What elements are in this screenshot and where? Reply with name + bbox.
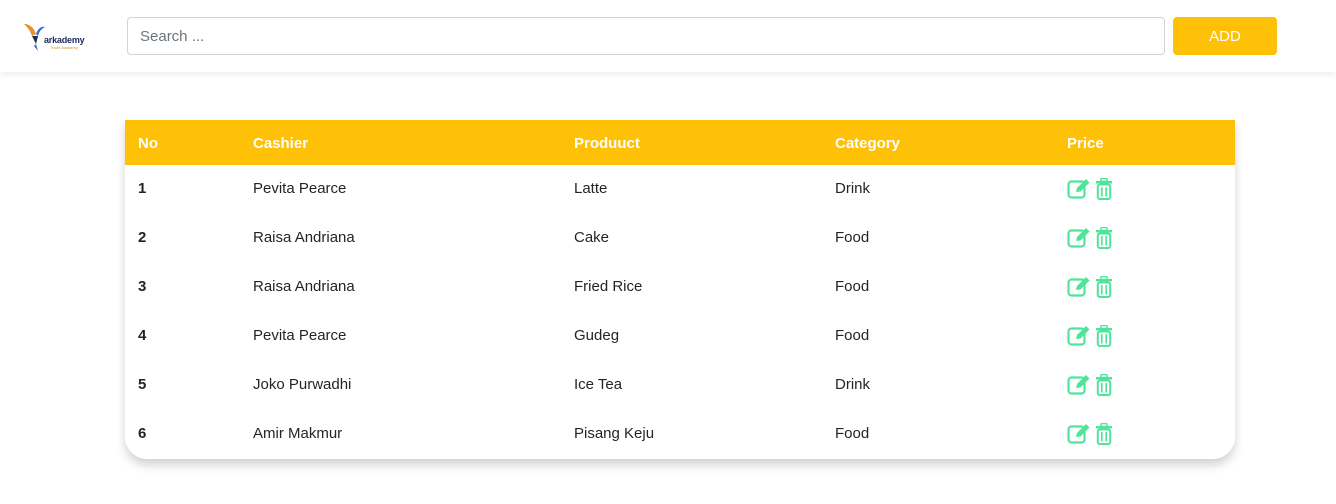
cell-product: Latte [574,180,608,197]
row-actions [1067,374,1117,396]
cell-category: Food [835,229,870,246]
cell-no: 1 [138,180,147,197]
column-header-category: Category [835,135,901,152]
column-header-product: Produuct [574,135,640,152]
column-header-price: Price [1067,135,1104,152]
edit-icon[interactable] [1067,227,1091,249]
cell-no: 4 [138,327,147,344]
cell-cashier: Joko Purwadhi [253,376,352,393]
table-row: 6 Amir Makmur Pisang Keju Food [125,410,1235,459]
edit-icon[interactable] [1067,325,1091,347]
cell-cashier: Amir Makmur [253,425,343,442]
table-row: 5 Joko Purwadhi Ice Tea Drink [125,361,1235,410]
table-header: No Cashier Produuct Category Price [125,120,1235,165]
trash-icon[interactable] [1095,178,1113,200]
logo-text: arkademy [44,35,85,45]
row-actions [1067,178,1117,200]
transactions-table: No Cashier Produuct Category Price 1 Pevi… [125,120,1235,459]
cell-cashier: Pevita Pearce [253,180,347,197]
cell-cashier: Pevita Pearce [253,327,347,344]
trash-icon[interactable] [1095,423,1113,445]
cell-cashier: Raisa Andriana [253,278,355,295]
row-actions [1067,227,1117,249]
navbar: arkademy Trade Academy ADD [0,0,1336,72]
cell-product: Pisang Keju [574,425,655,442]
column-header-cashier: Cashier [253,135,309,152]
edit-icon[interactable] [1067,374,1091,396]
cell-category: Food [835,425,870,442]
cell-product: Cake [574,229,610,246]
trash-icon[interactable] [1095,325,1113,347]
logo-subtext: Trade Academy [50,45,78,50]
cell-product: Ice Tea [574,376,623,393]
cell-product: Fried Rice [574,278,643,295]
table-row: 3 Raisa Andriana Fried Rice Food [125,263,1235,312]
search-input[interactable] [127,17,1165,55]
cell-no: 5 [138,376,147,393]
cell-cashier: Raisa Andriana [253,229,355,246]
trash-icon[interactable] [1095,374,1113,396]
bird-logo-icon [24,24,45,51]
cell-category: Food [835,327,870,344]
table-row: 1 Pevita Pearce Latte Drink [125,165,1235,214]
row-actions [1067,423,1117,445]
table-row: 2 Raisa Andriana Cake Food [125,214,1235,263]
cell-category: Food [835,278,870,295]
edit-icon[interactable] [1067,276,1091,298]
cell-no: 3 [138,278,147,295]
trash-icon[interactable] [1095,276,1113,298]
cell-category: Drink [835,376,871,393]
add-button[interactable]: ADD [1173,17,1277,55]
edit-icon[interactable] [1067,178,1091,200]
trash-icon[interactable] [1095,227,1113,249]
column-header-no: No [138,135,158,152]
cell-no: 6 [138,425,147,442]
cell-no: 2 [138,229,147,246]
edit-icon[interactable] [1067,423,1091,445]
cell-product: Gudeg [574,327,620,344]
row-actions [1067,276,1117,298]
row-actions [1067,325,1117,347]
table-row: 4 Pevita Pearce Gudeg Food [125,312,1235,361]
cell-category: Drink [835,180,871,197]
arkademy-logo[interactable]: arkademy Trade Academy [22,18,92,54]
